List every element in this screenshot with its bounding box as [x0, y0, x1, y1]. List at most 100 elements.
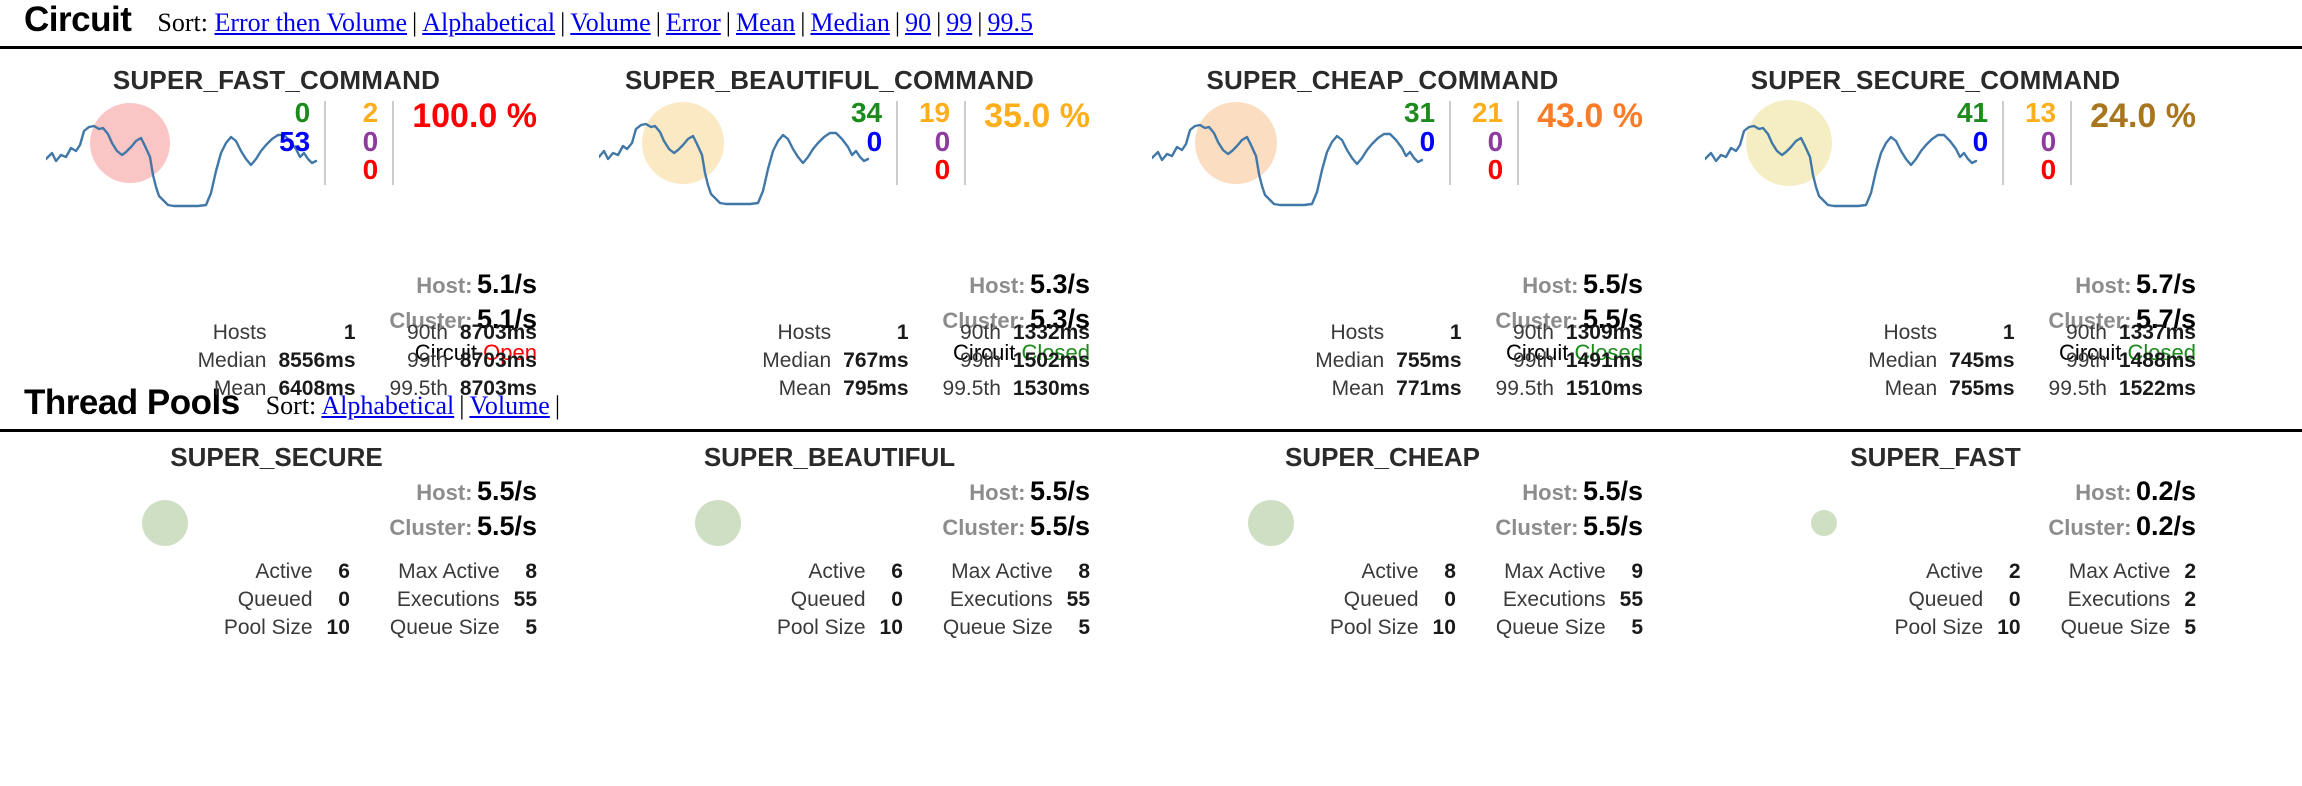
stat-value-queued: 0: [891, 587, 903, 611]
circuit-sort-90[interactable]: 90: [905, 8, 931, 37]
circuit-section-title: Circuit: [24, 0, 132, 39]
threadpool-card-title[interactable]: SUPER_BEAUTIFUL: [553, 432, 1106, 473]
threadpool-stats-table-left: Active 6 Queued 0 Pool Size 10: [763, 558, 903, 642]
counter-success: 31: [1403, 97, 1436, 128]
threadpool-card-title[interactable]: SUPER_SECURE: [0, 432, 553, 473]
stat-label-active: Active: [255, 560, 313, 583]
threadpool-volume-circle: [1811, 510, 1837, 536]
stat-label-max-active: Max Active: [951, 560, 1053, 583]
circuit-counter-column-primary: 34 0: [830, 98, 882, 156]
host-rate-label: Host:: [969, 480, 1026, 505]
table-row: Mean 6408ms: [186, 375, 356, 403]
stat-label-active: Active: [1361, 560, 1419, 583]
table-row: Queued 0: [210, 586, 350, 614]
circuit-card-title[interactable]: SUPER_SECURE_COMMAND: [1659, 49, 2212, 96]
stat-label-max-active: Max Active: [1504, 560, 1606, 583]
circuit-sort-995[interactable]: 99.5: [988, 8, 1034, 37]
circuit-host-rate-row: Host: 5.7/s: [2048, 267, 2196, 302]
stat-label-mean: Mean: [1884, 376, 1938, 400]
threadpool-volume-circle: [1248, 500, 1294, 546]
table-row: Median 745ms: [1856, 347, 2014, 375]
threadpool-card-title[interactable]: SUPER_FAST: [1659, 432, 2212, 473]
threadpool-card-title[interactable]: SUPER_CHEAP: [1106, 432, 1659, 473]
stat-value-pool-size: 10: [326, 615, 350, 639]
stat-label-p90: 90th: [1513, 321, 1554, 344]
table-row: Active 6: [763, 558, 903, 586]
circuit-counter-column-secondary: 21 0 0: [1465, 98, 1503, 185]
circuit-sort-volume[interactable]: Volume: [570, 8, 650, 37]
stat-label-queue-size: Queue Size: [942, 615, 1053, 639]
table-row: Active 8: [1316, 558, 1456, 586]
stat-value-pool-size: 10: [1432, 615, 1456, 639]
cluster-rate-value: 5.5/s: [476, 510, 537, 541]
stat-label-executions: Executions: [949, 587, 1053, 611]
threadpool-host-rate-row: Host: 5.5/s: [1495, 474, 1643, 509]
stat-label-median: Median: [1868, 348, 1938, 372]
circuit-card: SUPER_FAST_COMMAND 0 53 2 0 0 100.0 % Ho…: [0, 49, 553, 400]
stat-value-p99: 1488ms: [2118, 348, 2196, 372]
circuit-sort-error[interactable]: Error: [666, 8, 721, 37]
threadpool-stats-table-left: Active 8 Queued 0 Pool Size 10: [1316, 558, 1456, 642]
threadpool-card: SUPER_FAST Host: 0.2/s Cluster: 0.2/s Ac…: [1659, 432, 2212, 639]
counter-divider-1: [896, 101, 899, 185]
stat-label-executions: Executions: [1502, 587, 1606, 611]
threadpool-volume-circle-wrap: [1779, 478, 1869, 568]
sort-separator: |: [800, 8, 806, 37]
table-row: Hosts 1: [186, 319, 356, 347]
circuit-latency-stats: Hosts 1 Median 8556ms Mean 6408ms 90th 8…: [0, 319, 537, 403]
circuit-sort-error-then-volume[interactable]: Error then Volume: [214, 8, 407, 37]
counter-failure: 0: [362, 154, 379, 186]
circuit-counters: 34 0 19 0 0 35.0 %: [830, 98, 1090, 185]
counter-rejected: 0: [2040, 125, 2057, 157]
threadpool-rates: Host: 0.2/s Cluster: 0.2/s: [2048, 474, 2196, 543]
stat-label-queue-size: Queue Size: [2060, 615, 2171, 639]
stat-value-executions: 55: [1066, 587, 1090, 611]
circuit-stats-table-right: 90th 1337ms 99th 1488ms 99.5th 1522ms: [2037, 319, 2196, 403]
stat-label-pool-size: Pool Size: [776, 615, 866, 639]
stat-label-mean: Mean: [213, 376, 267, 400]
table-row: Median 8556ms: [186, 347, 356, 375]
circuit-card-title[interactable]: SUPER_FAST_COMMAND: [0, 49, 553, 96]
stat-value-p995: 8703ms: [459, 376, 537, 400]
circuit-error-percentage: 100.0 %: [412, 97, 537, 135]
table-row: 99.5th 1522ms: [2037, 375, 2196, 403]
threadpool-cluster-rate-row: Cluster: 0.2/s: [2048, 509, 2196, 544]
table-row: 90th 1337ms: [2037, 319, 2196, 347]
circuit-sort-mean[interactable]: Mean: [736, 8, 795, 37]
stat-value-median: 8556ms: [278, 348, 356, 372]
circuit-counters: 0 53 2 0 0 100.0 %: [258, 97, 537, 186]
stat-value-queue-size: 5: [1631, 615, 1643, 639]
stat-label-p995: 99.5th: [942, 376, 1001, 400]
counter-divider-1: [324, 101, 327, 185]
host-rate-value: 5.5/s: [1582, 269, 1643, 299]
circuit-counter-column-primary: 41 0: [1936, 98, 1988, 156]
threadpool-host-rate-row: Host: 0.2/s: [2048, 474, 2196, 509]
circuit-section-header: Circuit Sort: Error then Volume | Alphabet…: [0, 0, 2302, 40]
table-row: Mean 771ms: [1303, 375, 1462, 403]
stat-label-queued: Queued: [1343, 587, 1419, 611]
table-row: 99th 1488ms: [2037, 347, 2196, 375]
stat-value-max-active: 8: [525, 560, 537, 583]
circuit-sort-median[interactable]: Median: [810, 8, 889, 37]
host-rate-value: 5.7/s: [2135, 269, 2196, 299]
circuit-sort-alphabetical[interactable]: Alphabetical: [422, 8, 555, 37]
host-rate-value: 5.5/s: [1029, 476, 1090, 506]
host-rate-label: Host:: [2075, 273, 2132, 298]
threadpool-stats: Active 8 Queued 0 Pool Size 10 Max Activ…: [1106, 558, 1643, 642]
cluster-rate-value: 5.5/s: [1029, 510, 1090, 541]
stat-value-executions: 2: [2184, 587, 2196, 611]
stat-label-p995: 99.5th: [1495, 376, 1554, 400]
stat-label-p90: 90th: [960, 321, 1001, 344]
stat-label-p99: 99th: [407, 348, 448, 372]
circuit-card-title[interactable]: SUPER_BEAUTIFUL_COMMAND: [553, 49, 1106, 96]
table-row: Pool Size 10: [763, 614, 903, 642]
circuit-sort-99[interactable]: 99: [946, 8, 972, 37]
circuit-counters: 31 0 21 0 0 43.0 %: [1383, 97, 1643, 185]
stat-value-hosts: 1: [896, 321, 909, 344]
counter-rejected: 0: [362, 125, 379, 157]
cluster-rate-value: 0.2/s: [2135, 510, 2196, 541]
circuit-card-title[interactable]: SUPER_CHEAP_COMMAND: [1106, 49, 1659, 96]
table-row: Executions 55: [929, 586, 1090, 614]
sort-separator: |: [977, 8, 983, 37]
sort-separator: |: [655, 8, 661, 37]
